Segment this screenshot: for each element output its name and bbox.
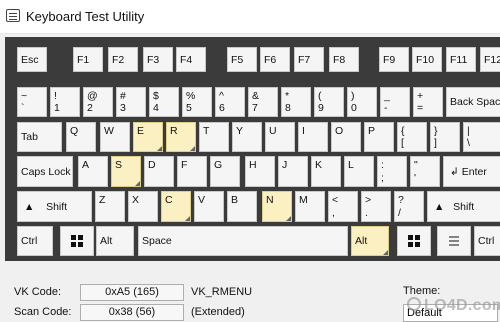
key-1[interactable]: ! 1: [50, 87, 80, 117]
key-slash[interactable]: ? /: [394, 191, 424, 222]
key-left-bracket[interactable]: {[: [397, 122, 427, 152]
key-f2[interactable]: F2: [108, 47, 138, 72]
windows-icon: [71, 235, 83, 247]
key-0[interactable]: ) 0: [347, 87, 377, 117]
key-alt-left[interactable]: Alt: [96, 226, 134, 256]
key-v[interactable]: V: [194, 191, 224, 222]
key-comma[interactable]: <,: [328, 191, 358, 222]
key-backspace[interactable]: Back Space: [446, 87, 500, 117]
key-k[interactable]: K: [311, 156, 341, 187]
key-t[interactable]: T: [199, 122, 229, 152]
key-f[interactable]: F: [177, 156, 207, 187]
key-period[interactable]: >.: [361, 191, 391, 222]
key-f7[interactable]: F7: [294, 47, 324, 72]
shift-arrow-icon: ▲: [24, 200, 35, 213]
key-h[interactable]: H: [245, 156, 275, 187]
key-5[interactable]: % 5: [182, 87, 212, 117]
key-backtick[interactable]: ~ `: [17, 87, 47, 117]
vk-code-label: VK Code:: [14, 286, 62, 298]
menu-icon: [449, 236, 459, 246]
key-f3[interactable]: F3: [143, 47, 173, 72]
key-esc[interactable]: Esc: [17, 47, 47, 72]
keyboard-panel: Esc F1 F2 F3 F4 F5 F6 F7 F8 F9 F10 F11 F…: [5, 37, 500, 261]
key-a[interactable]: A: [78, 156, 108, 187]
key-2[interactable]: @2: [83, 87, 113, 117]
key-f4[interactable]: F4: [176, 47, 206, 72]
key-o[interactable]: O: [331, 122, 361, 152]
key-semicolon[interactable]: :;: [377, 156, 407, 187]
key-r[interactable]: R: [166, 122, 196, 152]
key-n[interactable]: N: [262, 191, 292, 222]
key-d[interactable]: D: [144, 156, 174, 187]
windows-icon: [408, 235, 420, 247]
keyboard-app-icon: [6, 9, 20, 22]
key-f9[interactable]: F9: [379, 47, 409, 72]
key-shift-right[interactable]: ▲ Shift: [427, 191, 500, 222]
scan-code-extended: (Extended): [191, 306, 245, 318]
key-backslash[interactable]: | \: [463, 122, 500, 152]
key-alt-right[interactable]: Alt: [351, 226, 389, 256]
key-minus[interactable]: _ -: [380, 87, 410, 117]
key-c[interactable]: C: [161, 191, 191, 222]
key-3[interactable]: #3: [116, 87, 146, 117]
window-title: Keyboard Test Utility: [26, 9, 145, 24]
key-f5[interactable]: F5: [227, 47, 257, 72]
key-6[interactable]: ^ 6: [215, 87, 245, 117]
key-f6[interactable]: F6: [260, 47, 290, 72]
key-win-left[interactable]: [60, 226, 94, 256]
key-f8[interactable]: F8: [329, 47, 359, 72]
key-win-right[interactable]: [397, 226, 431, 256]
key-7[interactable]: & 7: [248, 87, 278, 117]
key-9[interactable]: (9: [314, 87, 344, 117]
vk-code-value: 0xA5 (165): [80, 284, 184, 301]
key-f11[interactable]: F11: [446, 47, 476, 72]
watermark-globe-icon: [407, 297, 421, 311]
key-y[interactable]: Y: [232, 122, 262, 152]
key-tab[interactable]: Tab: [17, 122, 62, 152]
key-f12[interactable]: F12: [480, 47, 500, 72]
key-e[interactable]: E: [133, 122, 163, 152]
scan-code-value: 0x38 (56): [80, 304, 184, 321]
key-space[interactable]: Space: [138, 226, 348, 256]
title-bar: Keyboard Test Utility: [0, 0, 500, 34]
key-ctrl-left[interactable]: Ctrl: [17, 226, 53, 256]
key-8[interactable]: * 8: [281, 87, 311, 117]
key-right-bracket[interactable]: }]: [430, 122, 460, 152]
key-x[interactable]: X: [128, 191, 158, 222]
key-i[interactable]: I: [298, 122, 328, 152]
key-enter[interactable]: ↲ Enter: [443, 156, 500, 187]
key-p[interactable]: P: [364, 122, 394, 152]
key-u[interactable]: U: [265, 122, 295, 152]
key-b[interactable]: B: [227, 191, 257, 222]
vk-code-name: VK_RMENU: [191, 286, 253, 298]
key-g[interactable]: G: [210, 156, 240, 187]
enter-arrow-icon: ↲: [450, 165, 459, 178]
key-4[interactable]: $4: [149, 87, 179, 117]
shift-arrow-icon: ▲: [434, 200, 445, 213]
key-quote[interactable]: " ': [410, 156, 440, 187]
key-s[interactable]: S: [111, 156, 141, 187]
key-w[interactable]: W: [100, 122, 130, 152]
key-shift-left[interactable]: ▲ Shift: [17, 191, 92, 222]
key-ctrl-right[interactable]: Ctrl: [474, 226, 500, 256]
key-menu[interactable]: [437, 226, 471, 256]
watermark-text: LO4D.com: [424, 297, 500, 314]
key-f10[interactable]: F10: [412, 47, 442, 72]
key-j[interactable]: J: [278, 156, 308, 187]
scan-code-label: Scan Code:: [14, 306, 72, 318]
key-equals[interactable]: + =: [413, 87, 443, 117]
theme-label: Theme:: [403, 285, 441, 297]
key-f1[interactable]: F1: [73, 47, 103, 72]
key-q[interactable]: Q: [66, 122, 96, 152]
key-caps-lock[interactable]: Caps Lock: [17, 156, 73, 187]
key-m[interactable]: M: [295, 191, 325, 222]
key-z[interactable]: Z: [95, 191, 125, 222]
key-l[interactable]: L: [344, 156, 374, 187]
